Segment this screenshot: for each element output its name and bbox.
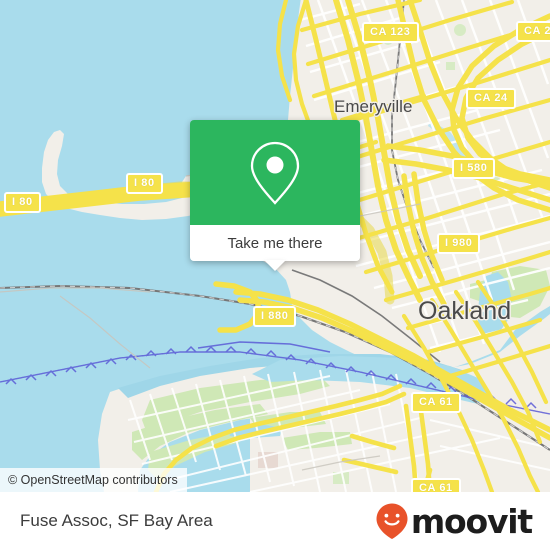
highway-shield-i-80-bay: I 80 [126,173,163,194]
moovit-wordmark: moovit [410,501,533,541]
popup-tail-pointer [264,260,286,271]
take-me-there-label: Take me there [227,234,323,252]
map-pin-icon [250,141,300,205]
highway-shield-i-980: I 980 [437,233,481,254]
popup-action-footer[interactable]: Take me there [190,225,360,271]
moovit-map-screenshot: CA 123 CA 24 CA 24 I 80 I 80 I 580 I 980… [0,0,550,550]
highway-shield-i-880: I 880 [253,306,297,327]
place-label-oakland: Oakland [418,297,512,325]
highway-shield-i-580: I 580 [452,158,496,179]
place-title: Fuse Assoc, SF Bay Area [20,511,213,530]
highway-shield-i-80-west: I 80 [4,192,41,213]
map-canvas[interactable]: CA 123 CA 24 CA 24 I 80 I 80 I 580 I 980… [0,0,550,492]
map-attribution[interactable]: © OpenStreetMap contributors [0,468,187,492]
place-label-emeryville: Emeryville [334,97,413,116]
highway-shield-ca-24-ne: CA 24 [516,21,550,42]
popup-pin-panel [190,120,360,225]
destination-popup-card[interactable]: Take me there [190,120,360,271]
highway-shield-ca-24: CA 24 [466,88,516,109]
highway-shield-ca-61-north: CA 61 [411,392,461,413]
highway-shield-ca-123: CA 123 [362,22,419,43]
bottom-info-bar: Fuse Assoc, SF Bay Area moovit [0,492,550,550]
highway-shield-ca-61-south: CA 61 [411,478,461,492]
moovit-brand[interactable]: moovit [375,501,533,541]
moovit-pin-smiley-icon [376,503,408,539]
